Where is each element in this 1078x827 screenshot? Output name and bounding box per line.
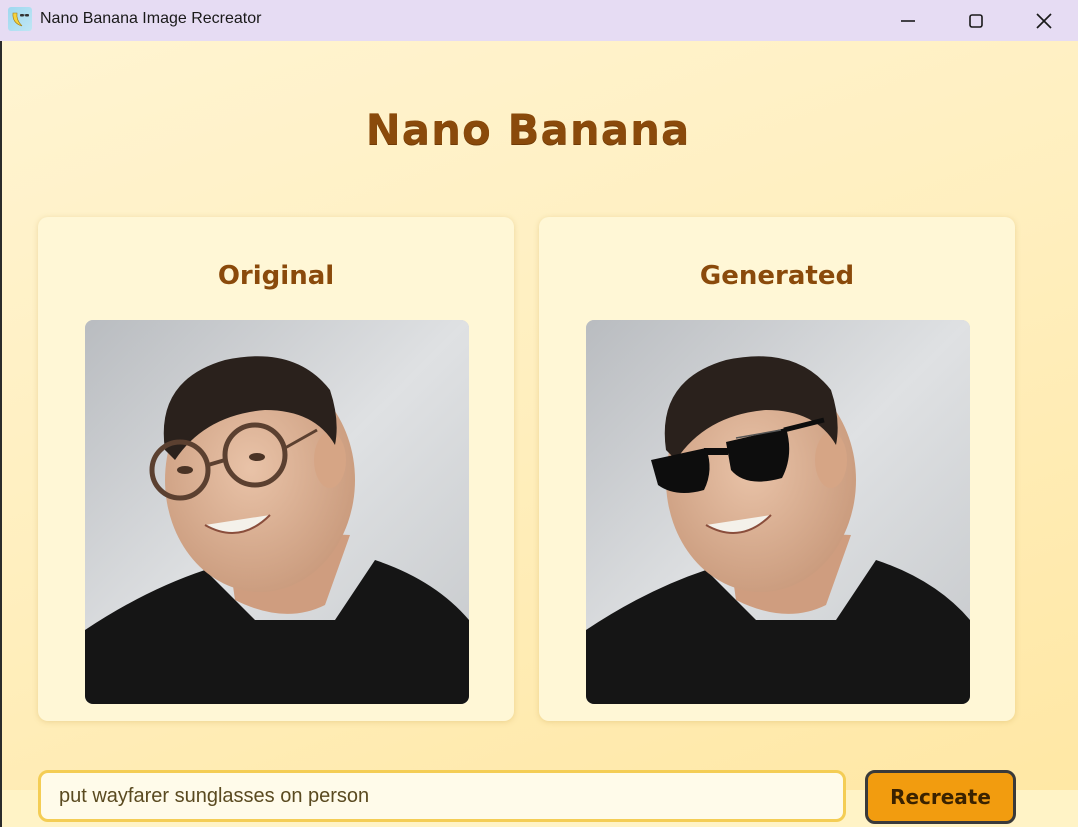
- main-content: Nano Banana Original Generated put wayfa…: [2, 41, 1078, 827]
- recreate-button[interactable]: Recreate: [865, 770, 1016, 824]
- maximize-button[interactable]: [942, 0, 1010, 41]
- title-bar: Nano Banana Image Recreator: [0, 0, 1078, 41]
- generated-panel: Generated: [539, 217, 1015, 721]
- minimize-button[interactable]: [874, 0, 942, 41]
- minimize-icon: [901, 19, 915, 22]
- app-heading: Nano Banana: [365, 105, 691, 154]
- maximize-icon: [969, 13, 983, 28]
- banana-app-icon: [8, 7, 32, 31]
- original-image: [85, 320, 469, 704]
- generated-image: [586, 320, 970, 704]
- original-panel: Original: [38, 217, 514, 721]
- close-icon: [1036, 12, 1052, 29]
- window-title: Nano Banana Image Recreator: [40, 10, 262, 27]
- app-window: Nano Banana Image Recreator Nano Banana …: [0, 0, 1078, 827]
- close-button[interactable]: [1010, 0, 1078, 41]
- generated-panel-title: Generated: [699, 261, 855, 291]
- original-panel-title: Original: [217, 261, 335, 291]
- prompt-input[interactable]: [38, 770, 846, 822]
